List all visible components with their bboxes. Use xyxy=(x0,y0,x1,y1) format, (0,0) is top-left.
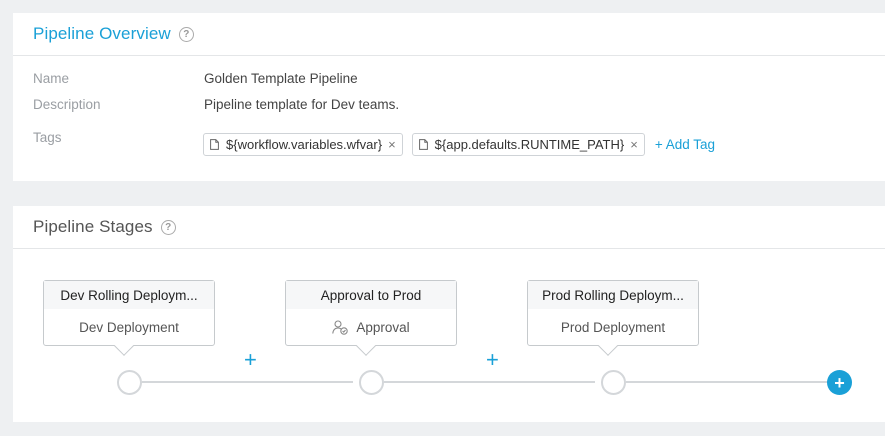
pipeline-overview-title: Pipeline Overview xyxy=(33,24,171,43)
pipeline-stages-title: Pipeline Stages xyxy=(33,217,153,236)
tag-chip: ${app.defaults.RUNTIME_PATH} × xyxy=(411,133,645,156)
close-icon[interactable]: × xyxy=(388,137,396,152)
help-icon[interactable]: ? xyxy=(178,26,194,42)
stage-node xyxy=(117,370,142,395)
tag-text: ${app.defaults.RUNTIME_PATH} xyxy=(434,137,625,152)
pipeline-overview-card: Pipeline Overview ? Name Golden Template… xyxy=(13,13,885,181)
tag-list: ${workflow.variables.wfvar} × ${app.defa… xyxy=(203,133,715,156)
pipeline-stages-header: Pipeline Stages ? xyxy=(13,206,885,249)
add-stage-button[interactable]: + xyxy=(827,370,852,395)
stage-header: Dev Rolling Deploym... xyxy=(44,281,214,309)
stage-node xyxy=(359,370,384,395)
tag-chip: ${workflow.variables.wfvar} × xyxy=(203,133,403,156)
stage-header: Approval to Prod xyxy=(286,281,456,309)
stage-body: Prod Deployment xyxy=(528,309,698,345)
add-tag-button[interactable]: + Add Tag xyxy=(655,137,715,152)
tag-text: ${workflow.variables.wfvar} xyxy=(226,137,383,152)
pipeline-connector xyxy=(384,381,595,383)
tags-label: Tags xyxy=(33,129,62,145)
description-value: Pipeline template for Dev teams. xyxy=(204,96,400,112)
file-icon xyxy=(418,139,428,150)
stage-body: Approval xyxy=(286,309,456,345)
stage-node xyxy=(601,370,626,395)
stage-type-label: Dev Deployment xyxy=(79,319,179,335)
stage-card-dev-deployment[interactable]: Dev Rolling Deploym... Dev Deployment xyxy=(43,280,215,356)
pipeline-connector xyxy=(142,381,353,383)
help-icon[interactable]: ? xyxy=(160,219,176,235)
description-label: Description xyxy=(33,96,101,112)
insert-stage-button[interactable]: + xyxy=(486,349,499,371)
stage-card-prod-deployment[interactable]: Prod Rolling Deploym... Prod Deployment xyxy=(527,280,699,356)
stage-header: Prod Rolling Deploym... xyxy=(528,281,698,309)
insert-stage-button[interactable]: + xyxy=(244,349,257,371)
name-value: Golden Template Pipeline xyxy=(204,70,358,86)
stage-type-label: Approval xyxy=(356,319,410,335)
pipeline-overview-header: Pipeline Overview ? xyxy=(13,13,885,56)
stage-card-approval[interactable]: Approval to Prod Approval xyxy=(285,280,457,356)
stage-body: Dev Deployment xyxy=(44,309,214,345)
pipeline-connector xyxy=(626,381,828,383)
stage-type-label: Prod Deployment xyxy=(560,319,666,335)
name-label: Name xyxy=(33,70,70,86)
approval-user-icon xyxy=(332,319,349,335)
close-icon[interactable]: × xyxy=(630,137,638,152)
pipeline-stages-card: Pipeline Stages ? Dev Rolling Deploym...… xyxy=(13,206,885,422)
file-icon xyxy=(210,139,219,150)
